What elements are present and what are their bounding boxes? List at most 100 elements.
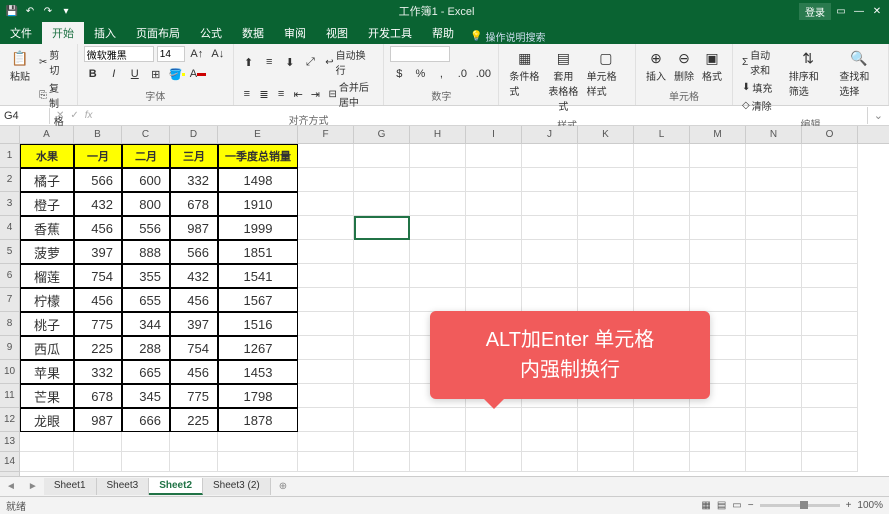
cell[interactable]	[746, 432, 802, 452]
cell[interactable]: 1516	[218, 312, 298, 336]
cell[interactable]: 665	[122, 360, 170, 384]
font-size-combo[interactable]	[157, 46, 185, 62]
cell[interactable]: 456	[170, 288, 218, 312]
cell[interactable]	[466, 452, 522, 472]
tab-view[interactable]: 视图	[316, 22, 358, 44]
cell[interactable]	[354, 168, 410, 192]
cell[interactable]	[690, 408, 746, 432]
cell[interactable]	[354, 336, 410, 360]
row-header[interactable]: 11	[0, 384, 19, 408]
cond-format-button[interactable]: ▦条件格式	[505, 46, 544, 115]
cell[interactable]	[522, 192, 578, 216]
tab-data[interactable]: 数据	[232, 22, 274, 44]
cell[interactable]	[354, 408, 410, 432]
cell[interactable]: 397	[74, 240, 122, 264]
cell[interactable]	[466, 192, 522, 216]
underline-button[interactable]: U	[126, 66, 144, 82]
cell[interactable]	[802, 168, 858, 192]
cell[interactable]	[634, 264, 690, 288]
cell[interactable]	[410, 144, 466, 168]
cell[interactable]	[690, 192, 746, 216]
cell[interactable]	[170, 452, 218, 472]
cell[interactable]	[354, 144, 410, 168]
grid[interactable]: ABCDEFGHIJKLMNO 水果一月二月三月一季度总销量橘子56660033…	[20, 126, 889, 476]
col-header-G[interactable]: G	[354, 126, 410, 143]
cell[interactable]	[634, 144, 690, 168]
cell[interactable]	[354, 192, 410, 216]
cell[interactable]	[218, 452, 298, 472]
tell-me[interactable]: 💡 操作说明搜索	[470, 29, 545, 44]
col-header-L[interactable]: L	[634, 126, 690, 143]
copy-button[interactable]: ⎘ 复制	[36, 79, 71, 111]
cell[interactable]	[578, 216, 634, 240]
cell[interactable]	[298, 452, 354, 472]
row-header[interactable]: 4	[0, 216, 19, 240]
cell[interactable]	[746, 264, 802, 288]
cell[interactable]	[298, 360, 354, 384]
tab-help[interactable]: 帮助	[422, 22, 464, 44]
cell[interactable]	[802, 384, 858, 408]
row-header[interactable]: 6	[0, 264, 19, 288]
clear-button[interactable]: ◇ 清除	[739, 97, 781, 114]
cell[interactable]: 1567	[218, 288, 298, 312]
cell[interactable]: 芒果	[20, 384, 74, 408]
cell[interactable]	[410, 168, 466, 192]
name-box[interactable]: G4	[0, 108, 50, 124]
cell[interactable]	[20, 432, 74, 452]
cell[interactable]	[802, 264, 858, 288]
cell[interactable]: 987	[170, 216, 218, 240]
sheet-tab[interactable]: Sheet2	[149, 478, 203, 495]
cell[interactable]	[354, 432, 410, 452]
row-header[interactable]: 7	[0, 288, 19, 312]
cell[interactable]: 一月	[74, 144, 122, 168]
cell[interactable]	[802, 144, 858, 168]
cell[interactable]: 柠檬	[20, 288, 74, 312]
font-name-combo[interactable]	[84, 46, 154, 62]
cell[interactable]	[354, 288, 410, 312]
col-header-E[interactable]: E	[218, 126, 298, 143]
undo-icon[interactable]: ↶	[22, 3, 38, 19]
cancel-formula-icon[interactable]: ✕	[56, 110, 64, 121]
cell[interactable]	[746, 312, 802, 336]
cut-button[interactable]: ✂ 剪切	[36, 46, 71, 78]
row-header[interactable]: 1	[0, 144, 19, 168]
indent-dec-icon[interactable]: ⇤	[291, 86, 305, 102]
align-center-icon[interactable]: ≣	[257, 86, 271, 102]
orientation-icon[interactable]: ⤢	[302, 54, 320, 70]
bold-button[interactable]: B	[84, 66, 102, 82]
cell[interactable]	[122, 452, 170, 472]
cell[interactable]: 苹果	[20, 360, 74, 384]
cell[interactable]: 332	[74, 360, 122, 384]
sheet-nav-prev[interactable]: ◄	[0, 481, 22, 492]
align-right-icon[interactable]: ≡	[274, 86, 288, 102]
cell[interactable]	[410, 288, 466, 312]
cell[interactable]	[690, 168, 746, 192]
row-header[interactable]: 3	[0, 192, 19, 216]
cell[interactable]	[170, 432, 218, 452]
indent-inc-icon[interactable]: ⇥	[308, 86, 322, 102]
insert-cells-button[interactable]: ⊕插入	[642, 46, 670, 85]
cell[interactable]	[298, 144, 354, 168]
table-format-button[interactable]: ▤套用 表格格式	[544, 46, 583, 115]
cell[interactable]	[298, 408, 354, 432]
cell[interactable]	[690, 452, 746, 472]
cell[interactable]: 655	[122, 288, 170, 312]
select-all-corner[interactable]	[0, 126, 19, 144]
cell[interactable]: 355	[122, 264, 170, 288]
cell[interactable]	[802, 288, 858, 312]
sheet-nav-next[interactable]: ►	[22, 481, 44, 492]
cell[interactable]: 800	[122, 192, 170, 216]
cell[interactable]	[522, 452, 578, 472]
cell[interactable]	[746, 336, 802, 360]
col-header-D[interactable]: D	[170, 126, 218, 143]
tab-layout[interactable]: 页面布局	[126, 22, 190, 44]
cell[interactable]	[354, 240, 410, 264]
tab-review[interactable]: 审阅	[274, 22, 316, 44]
cell[interactable]	[634, 452, 690, 472]
cell[interactable]	[690, 264, 746, 288]
cell[interactable]	[522, 408, 578, 432]
cell[interactable]	[802, 312, 858, 336]
format-cells-button[interactable]: ▣格式	[698, 46, 726, 85]
cell[interactable]	[578, 432, 634, 452]
cell[interactable]	[802, 360, 858, 384]
